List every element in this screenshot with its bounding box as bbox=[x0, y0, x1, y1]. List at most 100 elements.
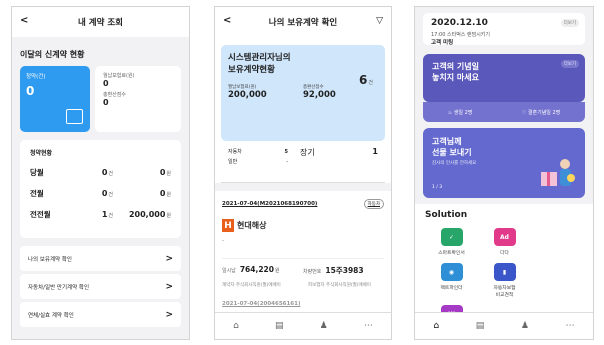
ad-icon: Ad bbox=[493, 228, 516, 246]
chevron-right-icon: > bbox=[165, 253, 173, 264]
bottom-tab-bar: ⌂ ▤ ♟ ⋯ bbox=[215, 312, 391, 339]
event-description: 17:00 스타벅스 랜덤시키기 bbox=[431, 32, 490, 38]
car-value: 5 bbox=[284, 149, 288, 155]
solution-section: Solution ✓ 스마트확인서 Ad 다다 ◉ 팩트파인더 ▮ 자동차보험 비교견적… bbox=[415, 204, 593, 333]
status-title: 청약현황 bbox=[30, 150, 53, 157]
contract-type-badge: 자동차 bbox=[363, 199, 384, 209]
subscription-value: 0 bbox=[26, 84, 35, 98]
menu-expiring-contracts[interactable]: 자동차/일반 만기계약 확인 > bbox=[20, 274, 181, 299]
screen-home: 2020.12.10 더보기 17:00 스타벅스 랜덤시키기 고객 미팅 고객… bbox=[414, 6, 594, 340]
subscription-status: 청약현황 당월 0건 0원 전월 0건 0원 전전월 1건 200,000원 bbox=[20, 140, 181, 238]
status-row: 전전월 1건 200,000원 bbox=[30, 209, 171, 230]
longterm-label: 장기 bbox=[300, 148, 315, 157]
banner-page-indicator: 1 / 3 bbox=[432, 185, 443, 190]
calendar-icon[interactable]: ▤ bbox=[476, 321, 485, 331]
solution-label: 스마트확인서 bbox=[438, 251, 465, 256]
solution-car-compare[interactable]: ▮ 자동차보험 비교견적 bbox=[478, 263, 531, 298]
page-title: 내 계약 조회 bbox=[77, 18, 124, 28]
row-name: 당월 bbox=[30, 168, 44, 177]
row-amount: 200,000원 bbox=[128, 210, 171, 219]
birthday-count[interactable]: ♨ 생일 2명 bbox=[448, 109, 473, 116]
general-label: 일반 bbox=[228, 159, 238, 165]
subscription-card[interactable]: 청약(건) 0 bbox=[20, 66, 90, 132]
schedule-date: 2020.12.10 bbox=[431, 18, 488, 28]
solution-fact-finder[interactable]: ◉ 팩트파인더 bbox=[425, 263, 478, 298]
score-value: 92,000 bbox=[303, 90, 336, 100]
chevron-right-icon: > bbox=[165, 281, 173, 292]
solution-label: 자동차보험 비교견적 bbox=[493, 286, 516, 298]
more-button[interactable]: 더보기 bbox=[560, 60, 579, 68]
contract-count: 6건 bbox=[359, 73, 373, 87]
car-label: 자동차 bbox=[228, 149, 242, 155]
row-name: 전전월 bbox=[30, 210, 51, 219]
schedule-card[interactable]: 2020.12.10 더보기 17:00 스타벅스 랜덤시키기 고객 미팅 bbox=[423, 13, 585, 46]
back-arrow-icon[interactable]: < bbox=[20, 15, 28, 26]
event-name: 고객 미팅 bbox=[431, 40, 454, 46]
gift-banner[interactable]: 고객님께 선물 보내기 감사의 인사를 전하세요 1 / 3 bbox=[423, 128, 585, 198]
premium-value: 0 bbox=[103, 79, 109, 88]
longterm-value: 1 bbox=[372, 147, 378, 156]
contract-summary-card: 시스템관리자님의 보유계약현황 6건 월납보험료(원) 200,000 총환산점수… bbox=[221, 45, 385, 141]
menu-overdue-contracts[interactable]: 연체/실효 계약 확인 > bbox=[20, 302, 181, 327]
chevron-right-icon: > bbox=[165, 309, 173, 320]
summary-heading: 시스템관리자님의 보유계약현황 bbox=[228, 53, 291, 75]
anniversary-title: 고객의 기념일 놓치지 마세요 bbox=[432, 62, 479, 82]
premium-value: 200,000 bbox=[228, 90, 267, 100]
more-icon[interactable]: ⋯ bbox=[566, 321, 575, 331]
page-title: 나의 보유계약 확인 bbox=[268, 18, 338, 28]
row-amount: 0원 bbox=[159, 168, 171, 177]
solution-smart-confirm[interactable]: ✓ 스마트확인서 bbox=[425, 228, 478, 256]
general-value: - bbox=[286, 159, 288, 165]
row-amount: 0원 bbox=[159, 189, 171, 198]
premium-label: 월납보험료(원) bbox=[103, 73, 135, 79]
header: < 나의 보유계약 확인 ▽ bbox=[215, 7, 391, 37]
contract-number[interactable]: 2021-07-04(2004656161) bbox=[222, 301, 300, 307]
gift-illustration-icon bbox=[541, 159, 575, 186]
home-icon[interactable]: ⌂ bbox=[233, 321, 239, 331]
vehicle-info: 차량번호 15주3983 bbox=[303, 266, 364, 275]
status-row: 전월 0건 0원 bbox=[30, 188, 171, 209]
insured: 피보험자 주식회사직원(월)에베이 bbox=[308, 283, 371, 288]
filter-icon[interactable]: ▽ bbox=[376, 16, 383, 26]
insurer-logo: H 현대해상 bbox=[222, 219, 384, 232]
section-title: 이달의 신계약 현황 bbox=[20, 50, 85, 59]
anniversary-counts: ♨ 생일 2명 ♡ 결혼기념일 2명 bbox=[423, 102, 585, 122]
anniversary-card[interactable]: 고객의 기념일 놓치지 마세요 더보기 bbox=[423, 54, 585, 102]
insurer-name: 현대해상 bbox=[237, 221, 267, 230]
more-button[interactable]: 더보기 bbox=[560, 19, 579, 27]
total-score-label: 총환산점수 bbox=[103, 92, 127, 98]
menu-label: 연체/실효 계약 확인 bbox=[28, 312, 74, 319]
contract-item[interactable]: 2021-07-04(M2021068190700) 자동차 H 현대해상 - 일시… bbox=[215, 191, 391, 315]
row-count: 0건 bbox=[101, 189, 113, 198]
hyundai-logo-icon: H bbox=[222, 219, 234, 232]
solution-label: 팩트파인더 bbox=[440, 286, 463, 291]
contract-number[interactable]: 2021-07-04(M2021068190700) bbox=[222, 201, 317, 207]
row-name: 전월 bbox=[30, 189, 44, 198]
solution-dada[interactable]: Ad 다다 bbox=[478, 228, 531, 256]
contractor: 계약자 주식회사직원(월)에베이 bbox=[222, 283, 281, 288]
people-icon[interactable]: ♟ bbox=[521, 321, 529, 331]
back-arrow-icon[interactable]: < bbox=[223, 15, 231, 26]
document-check-icon: ✓ bbox=[440, 228, 463, 246]
status-row: 당월 0건 0원 bbox=[30, 167, 171, 188]
menu-label: 자동차/일반 만기계약 확인 bbox=[28, 284, 90, 291]
subscription-label: 청약(건) bbox=[26, 74, 46, 80]
home-icon[interactable]: ⌂ bbox=[433, 321, 439, 331]
header: < 내 계약 조회 bbox=[12, 7, 189, 37]
contract-pen-icon bbox=[66, 109, 83, 124]
row-count: 0건 bbox=[101, 168, 113, 177]
chat-icon: ◉ bbox=[440, 263, 463, 281]
people-icon[interactable]: ♟ bbox=[320, 321, 328, 331]
wedding-count[interactable]: ♡ 결혼기념일 2명 bbox=[522, 109, 560, 116]
solution-title: Solution bbox=[425, 210, 468, 220]
car-icon: ▮ bbox=[493, 263, 516, 281]
menu-label: 나의 보유계약 확인 bbox=[28, 256, 72, 263]
payment-info: 일시납 764,220원 bbox=[222, 265, 280, 274]
calendar-icon[interactable]: ▤ bbox=[275, 321, 284, 331]
solution-label: 다다 bbox=[500, 251, 509, 256]
menu-my-contracts[interactable]: 나의 보유계약 확인 > bbox=[20, 246, 181, 271]
contract-breakdown: 자동차 5 일반 - 장기 1 bbox=[221, 141, 385, 183]
more-icon[interactable]: ⋯ bbox=[364, 321, 373, 331]
total-score-value: 0 bbox=[103, 98, 109, 107]
premium-card: 월납보험료(원) 0 총환산점수 0 bbox=[95, 66, 181, 132]
